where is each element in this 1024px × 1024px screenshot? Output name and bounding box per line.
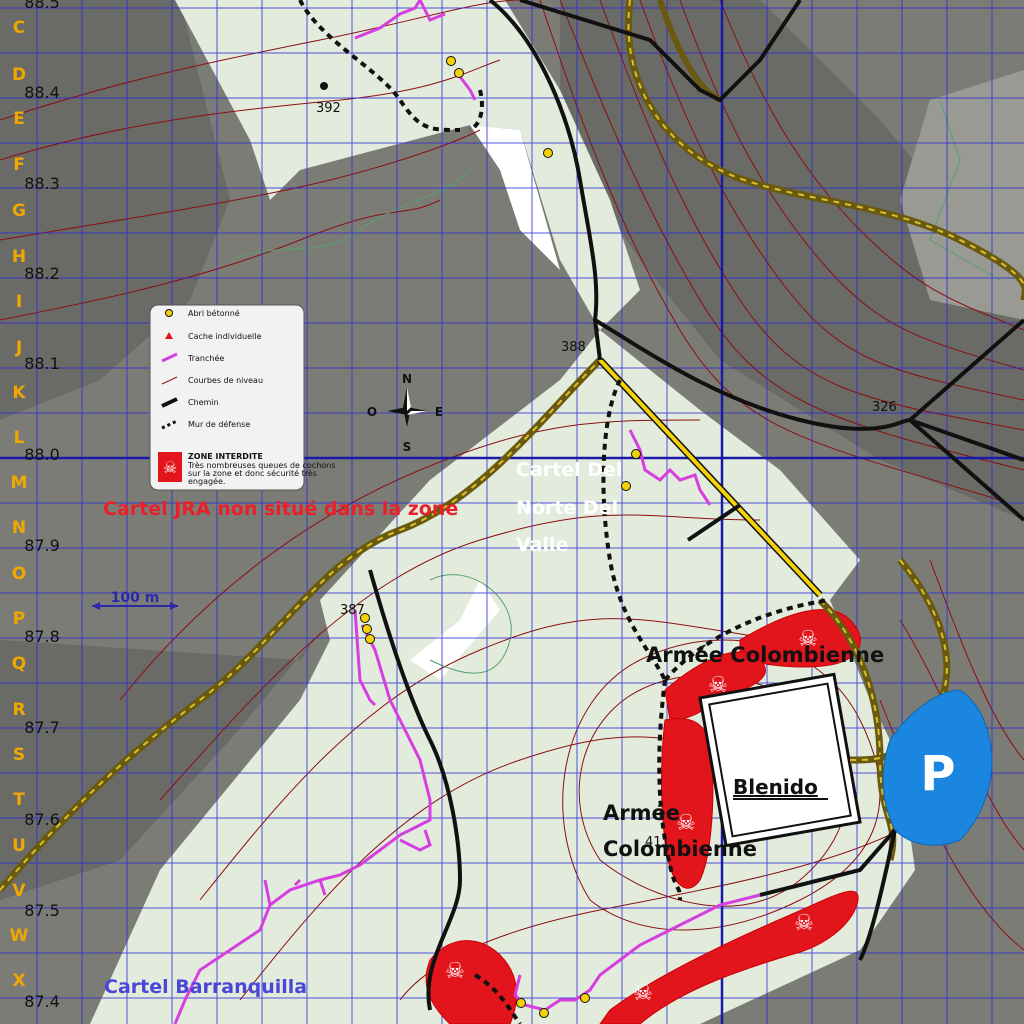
elevation-392: 392 xyxy=(316,101,341,116)
skull-icon: ☠ xyxy=(794,911,814,936)
legend-item-1: Cache individuelle xyxy=(188,332,261,341)
label-armee-colombienne-top: Armée Colombienne xyxy=(646,643,884,667)
svg-text:88.4: 88.4 xyxy=(24,83,60,102)
svg-text:V: V xyxy=(12,881,26,901)
skull-icon: ☠ xyxy=(163,458,177,477)
elevation-point xyxy=(320,82,328,90)
compass-e: E xyxy=(435,405,443,419)
label-cartel-del-norte-1: Cartel Del xyxy=(516,459,622,481)
svg-text:88.3: 88.3 xyxy=(24,174,60,193)
svg-text:87.9: 87.9 xyxy=(24,536,60,555)
label-cartel-barranquilla: Cartel Barranquilla xyxy=(104,976,307,998)
svg-text:P: P xyxy=(13,609,25,629)
label-armee-colombienne-mid-1: Armée xyxy=(603,801,680,825)
svg-text:I: I xyxy=(16,292,22,312)
svg-text:87.7: 87.7 xyxy=(24,718,60,737)
legend-zone-title: ZONE INTERDITE xyxy=(188,452,263,461)
svg-text:N: N xyxy=(12,518,26,538)
svg-text:R: R xyxy=(12,700,25,720)
svg-text:88.5: 88.5 xyxy=(24,0,60,12)
parking-icon: P xyxy=(920,746,955,802)
svg-text:M: M xyxy=(11,473,28,493)
compass-n: N xyxy=(402,372,412,386)
legend-item-3: Courbes de niveau xyxy=(188,376,263,385)
svg-text:F: F xyxy=(13,155,25,175)
svg-text:Q: Q xyxy=(12,654,26,674)
legend-zone-text-3: engagée. xyxy=(188,476,225,486)
legend-item-2: Tranchée xyxy=(187,353,224,363)
elevation-387: 387 xyxy=(340,603,365,618)
svg-text:87.8: 87.8 xyxy=(24,627,60,646)
svg-text:G: G xyxy=(12,201,26,221)
legend-item-0: Abri bétonné xyxy=(188,308,240,318)
scale-bar-label: 100 m xyxy=(111,590,160,606)
elevation-388: 388 xyxy=(561,340,586,355)
label-cartel-del-norte-2: Norte Del xyxy=(516,497,618,519)
compass-o: O xyxy=(367,405,377,419)
blenido-building xyxy=(698,672,862,848)
skull-icon: ☠ xyxy=(633,981,653,1006)
elevation-326: 326 xyxy=(872,400,897,415)
skull-icon: ☠ xyxy=(445,959,465,984)
svg-text:J: J xyxy=(15,338,22,358)
svg-text:C: C xyxy=(13,18,25,38)
svg-text:S: S xyxy=(13,745,25,765)
svg-text:L: L xyxy=(14,428,25,448)
label-cartel-jra: Cartel JRA non situé dans la zone xyxy=(103,498,458,520)
svg-text:X: X xyxy=(12,971,25,991)
label-armee-colombienne-mid-2: Colombienne xyxy=(603,837,757,861)
svg-text:O: O xyxy=(12,564,26,584)
yellow-dot-icon xyxy=(165,309,173,317)
svg-text:W: W xyxy=(10,926,29,946)
svg-text:87.6: 87.6 xyxy=(24,810,60,829)
svg-text:88.2: 88.2 xyxy=(24,264,60,283)
svg-text:E: E xyxy=(13,109,25,129)
svg-text:T: T xyxy=(13,790,25,810)
tactical-map: ☠ ☠ ☠ ☠ ☠ ☠ 392 388 387 326 411 P Cartel… xyxy=(0,0,1024,1024)
label-blenido: Blenido xyxy=(733,775,818,799)
svg-text:K: K xyxy=(12,383,26,403)
legend-item-4: Chemin xyxy=(188,398,219,407)
label-cartel-del-norte-3: Valle xyxy=(516,534,568,556)
svg-text:D: D xyxy=(12,65,26,85)
svg-text:87.5: 87.5 xyxy=(24,901,60,920)
compass-s: S xyxy=(403,440,412,454)
svg-text:U: U xyxy=(12,836,26,856)
svg-text:88.0: 88.0 xyxy=(24,445,60,464)
legend-item-5: Mur de défense xyxy=(188,419,250,429)
svg-text:87.4: 87.4 xyxy=(24,992,60,1011)
svg-text:88.1: 88.1 xyxy=(24,354,60,373)
